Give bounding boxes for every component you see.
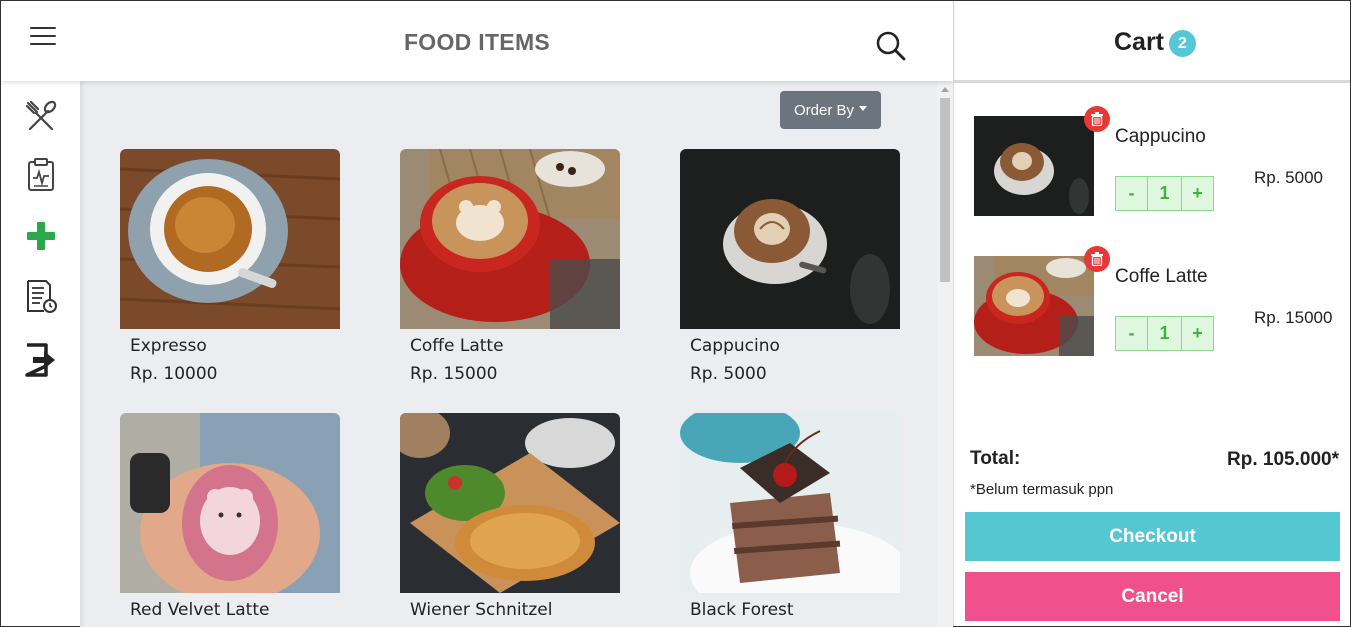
scrollbar[interactable] [937, 81, 953, 627]
total-label: Total: [970, 448, 1021, 469]
cart-title: Cart [1114, 28, 1165, 56]
product-price: Rp. 15000 [410, 364, 498, 384]
cart-item-price: Rp. 15000 [1254, 308, 1333, 327]
product-image [680, 149, 900, 329]
product-name: Coffe Latte [410, 336, 504, 356]
cancel-button[interactable]: Cancel [965, 572, 1340, 621]
scrollbar-thumb[interactable] [940, 98, 950, 282]
trash-icon[interactable] [1084, 106, 1110, 132]
cart-item-name: Coffe Latte [1115, 266, 1208, 287]
cart-header: Cart 2 [954, 1, 1350, 83]
cart-item-image [974, 116, 1094, 216]
tax-note: *Belum termasuk ppn [970, 481, 1114, 498]
product-card-cappucino[interactable]: Cappucino Rp. 5000 [680, 149, 900, 384]
product-card-black-forest[interactable]: Black Forest [680, 413, 900, 620]
product-image [120, 413, 340, 593]
decrement-button[interactable]: - [1115, 176, 1148, 211]
product-name: Black Forest [690, 600, 794, 620]
product-name: Red Velvet Latte [130, 600, 270, 620]
product-image [400, 413, 620, 593]
logout-icon[interactable] [23, 342, 59, 378]
cart-item-name: Cappucino [1115, 126, 1206, 147]
sidebar [1, 81, 80, 626]
product-name: Cappucino [690, 336, 780, 356]
checkout-button[interactable]: Checkout [965, 512, 1340, 561]
product-price: Rp. 5000 [690, 364, 767, 384]
cart-panel: Cart 2 Cappucino - 1 + Rp. 5000 Coffe La… [953, 1, 1350, 626]
product-image [680, 413, 900, 593]
product-card-expresso[interactable]: Expresso Rp. 10000 [120, 149, 340, 384]
quantity-stepper: - 1 + [1115, 316, 1215, 351]
caret-down-icon [859, 106, 867, 111]
quantity-value: 1 [1148, 176, 1181, 211]
increment-button[interactable]: + [1181, 316, 1214, 351]
top-bar: FOOD ITEMS [1, 1, 953, 81]
product-name: Expresso [130, 336, 207, 356]
total-value: Rp. 105.000* [1227, 449, 1339, 470]
cart-item: Cappucino - 1 + Rp. 5000 [974, 106, 1334, 216]
utensils-icon[interactable] [23, 98, 59, 134]
order-by-label: Order By [793, 101, 854, 119]
quantity-stepper: - 1 + [1115, 176, 1215, 211]
product-card-wiener-schnitzel[interactable]: Wiener Schnitzel [400, 413, 620, 620]
product-grid-area: Order By Expresso Rp. 10000 Coffe Latte … [80, 81, 937, 627]
order-by-dropdown[interactable]: Order By [780, 91, 881, 129]
product-price: Rp. 10000 [130, 364, 218, 384]
search-icon[interactable] [875, 30, 907, 62]
product-card-red-velvet-latte[interactable]: Red Velvet Latte [120, 413, 340, 620]
product-name: Wiener Schnitzel [410, 600, 553, 620]
cart-count-badge: 2 [1169, 30, 1196, 57]
cart-item-price: Rp. 5000 [1254, 168, 1323, 187]
cart-item-image [974, 256, 1094, 356]
report-icon[interactable] [23, 278, 59, 314]
add-icon[interactable] [23, 218, 59, 254]
increment-button[interactable]: + [1181, 176, 1214, 211]
product-image [120, 149, 340, 329]
cart-item: Coffe Latte - 1 + Rp. 15000 [974, 246, 1334, 356]
decrement-button[interactable]: - [1115, 316, 1148, 351]
trash-icon[interactable] [1084, 246, 1110, 272]
clipboard-icon[interactable] [23, 157, 59, 193]
product-card-coffe-latte[interactable]: Coffe Latte Rp. 15000 [400, 149, 620, 384]
product-image [400, 149, 620, 329]
quantity-value: 1 [1148, 316, 1181, 351]
scroll-up-icon[interactable] [941, 87, 949, 92]
page-title: FOOD ITEMS [403, 29, 551, 55]
